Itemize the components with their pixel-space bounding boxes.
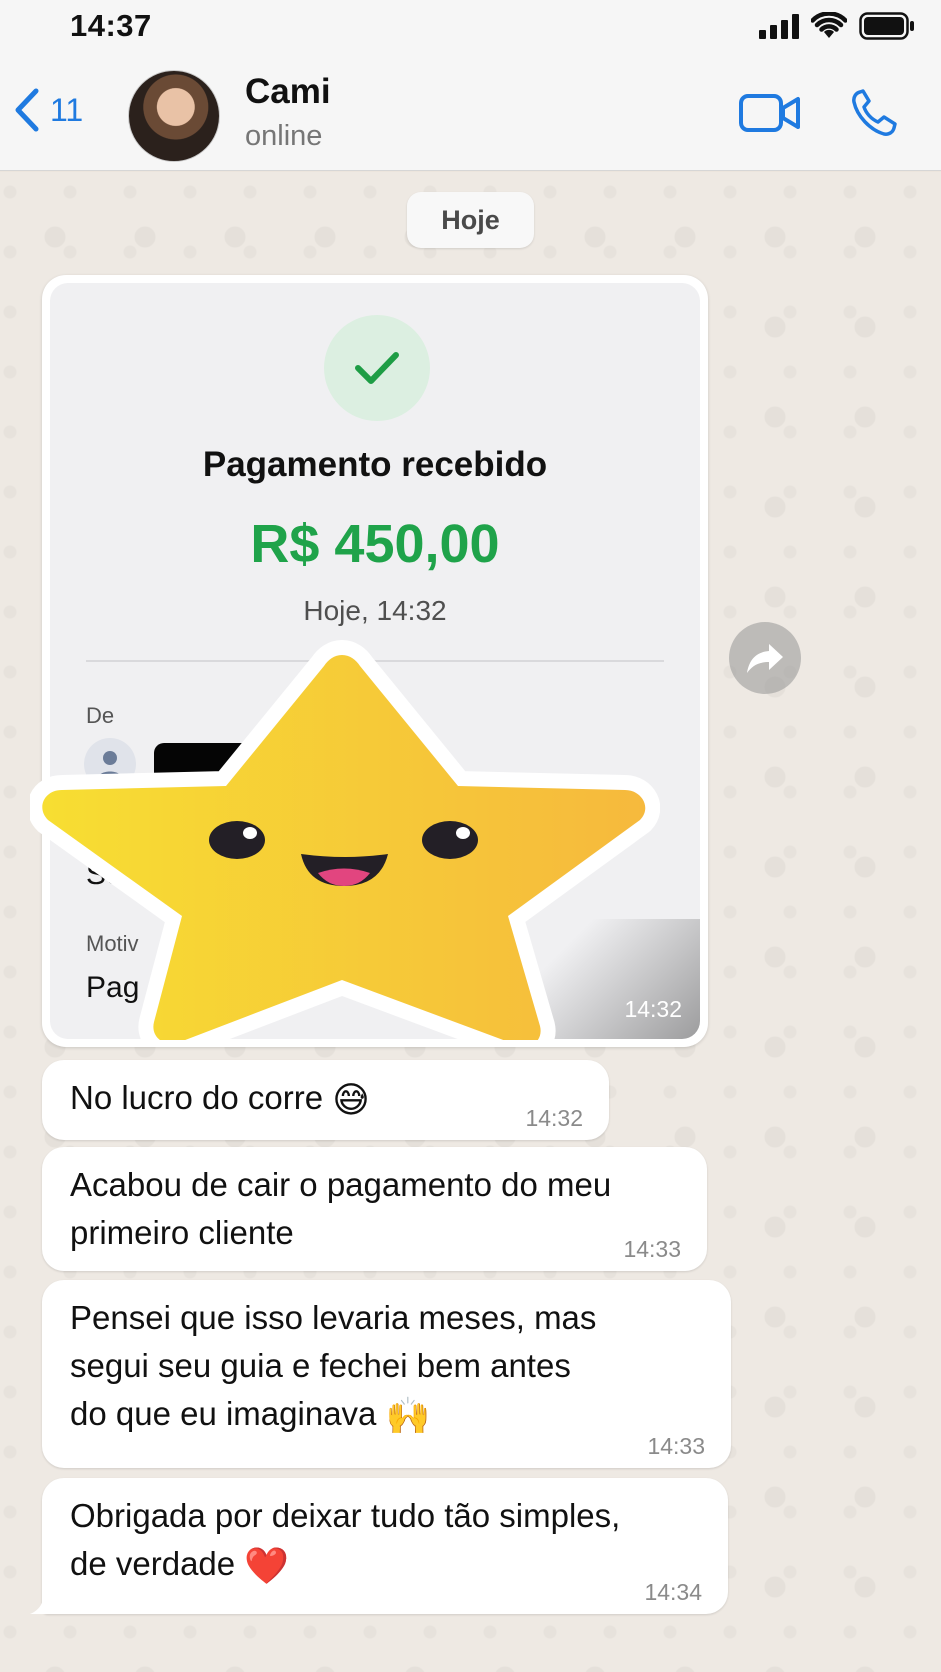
receipt-title: Pagamento recebido [202,445,548,484]
wifi-icon [811,12,847,38]
status-icons [759,12,915,40]
message-text-line: primeiro cliente [70,1214,294,1251]
message-text-line: de verdade [70,1545,236,1582]
message-time: 14:33 [623,1236,681,1262]
bubble-tail [30,1592,58,1614]
contact-avatar[interactable] [128,70,220,162]
sweat-smile-emoji: 😅 [332,1079,370,1120]
checkmark-icon [355,352,399,384]
receipt-date: Hoje, 14:32 [303,595,447,626]
message-text-line: do que eu imaginava [70,1395,377,1432]
status-time: 14:37 [70,8,152,43]
battery-icon [859,12,914,40]
message-time: 14:32 [624,996,682,1022]
chevron-left-icon [15,88,39,132]
message-text: No lucro do corre [70,1079,324,1116]
message-text-line: segui seu guia e fechei bem antes [70,1347,571,1384]
message-text-line: Acabou de cair o pagamento do meu [70,1166,612,1203]
forward-button[interactable] [729,622,801,694]
smiling-star-sticker [30,640,660,1040]
signal-icon [759,13,799,39]
receipt-amount: R$ 450,00 [250,514,500,574]
message-bubble[interactable]: Acabou de cair o pagamento do meu primei… [42,1147,707,1271]
video-call-icon[interactable] [738,92,802,134]
date-divider: Hoje [407,192,534,248]
unread-count: 11 [50,91,84,128]
forward-icon [747,644,783,673]
message-time: 14:32 [525,1105,583,1131]
contact-status: online [245,120,323,152]
message-bubble[interactable]: Pensei que isso levaria meses, mas segui… [42,1280,731,1468]
chat-header: 14:37 11 Cami online [0,0,941,171]
raised-hands-emoji: 🙌 [385,1395,431,1436]
message-bubble[interactable]: No lucro do corre 😅 14:32 [42,1060,609,1140]
red-heart-emoji: ❤️ [244,1545,290,1586]
contact-name[interactable]: Cami [245,72,331,112]
message-time: 14:33 [647,1433,705,1459]
message-text-line: Pensei que isso levaria meses, mas [70,1299,597,1336]
message-bubble[interactable]: Obrigada por deixar tudo tão simples, de… [42,1478,728,1614]
back-button[interactable]: 11 [14,88,83,132]
message-text-line: Obrigada por deixar tudo tão simples, [70,1497,621,1534]
check-circle [324,315,430,421]
message-time: 14:34 [644,1579,702,1605]
phone-call-icon[interactable] [850,88,898,138]
